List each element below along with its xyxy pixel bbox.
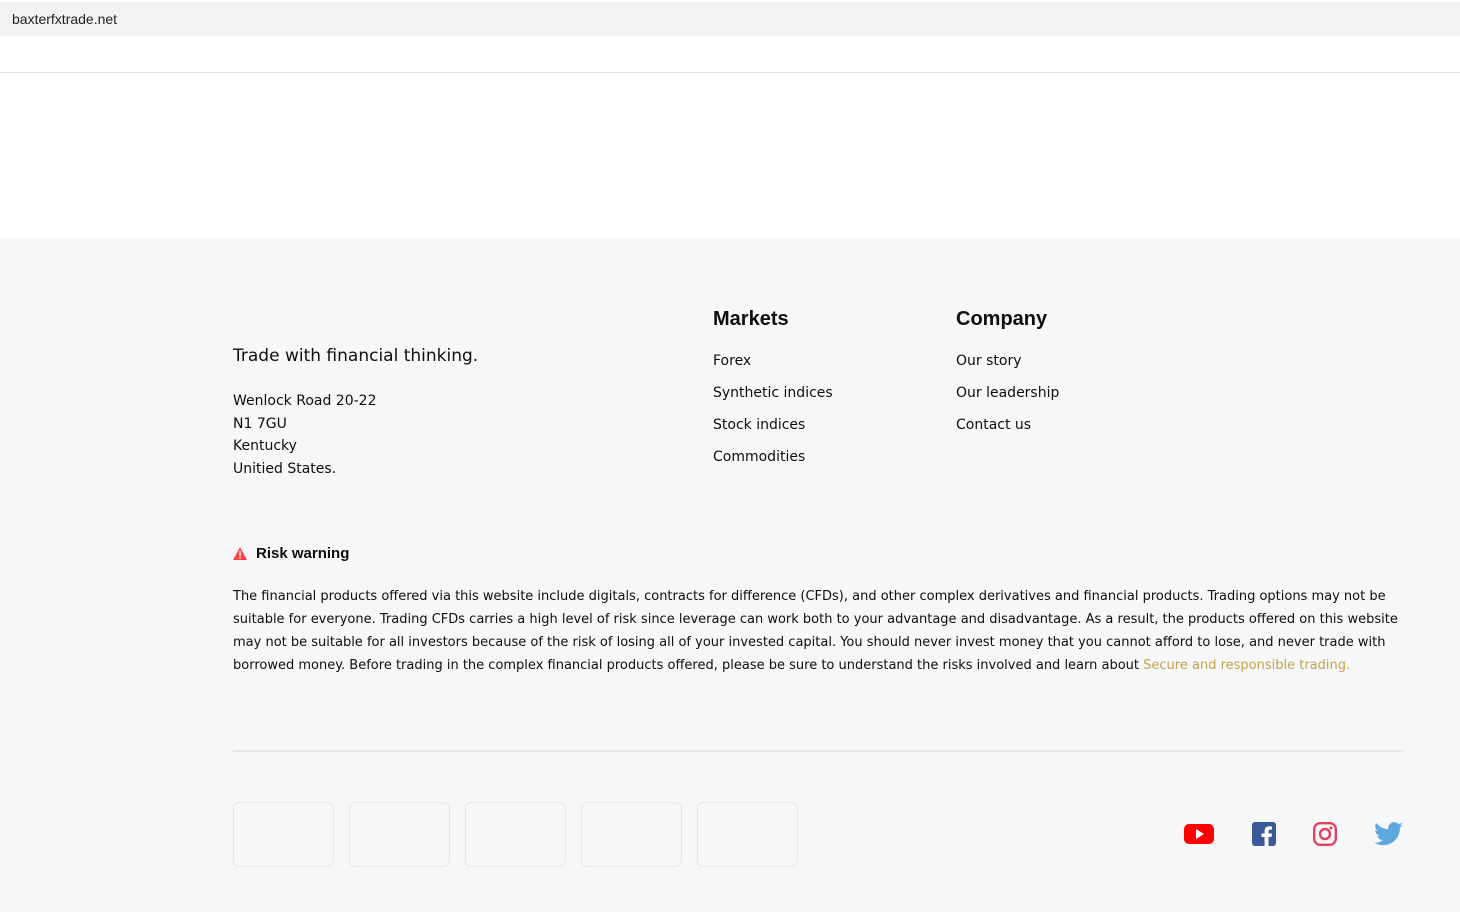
markets-link-commodities[interactable]: Commodities <box>713 441 833 473</box>
payment-badge <box>233 802 334 867</box>
payment-badge <box>465 802 566 867</box>
company-link-contact-us[interactable]: Contact us <box>956 409 1059 441</box>
facebook-icon[interactable] <box>1252 822 1276 846</box>
address-line: Kentucky <box>233 438 297 454</box>
youtube-icon[interactable] <box>1184 822 1214 846</box>
payment-badge <box>349 802 450 867</box>
markets-link-forex[interactable]: Forex <box>713 345 833 377</box>
risk-warning-title: Risk warning <box>256 545 350 562</box>
address-line: Wenlock Road 20-22 <box>233 393 377 409</box>
risk-warning-heading: Risk warning <box>233 545 349 562</box>
payment-badge <box>581 802 682 867</box>
address-bar[interactable]: baxterfxtrade.net <box>0 2 1460 36</box>
footer-divider <box>233 750 1403 752</box>
tagline: Trade with financial thinking. <box>233 346 479 366</box>
markets-column: Markets Forex Synthetic indices Stock in… <box>713 308 833 473</box>
risk-warning-text: The financial products offered via this … <box>233 585 1403 677</box>
markets-link-stock-indices[interactable]: Stock indices <box>713 409 833 441</box>
address: Wenlock Road 20-22 N1 7GU Kentucky Uniti… <box>233 390 376 480</box>
company-column: Company Our story Our leadership Contact… <box>956 308 1059 441</box>
address-line: N1 7GU <box>233 415 287 432</box>
twitter-icon[interactable] <box>1374 822 1403 846</box>
warning-icon <box>233 547 247 560</box>
company-link-our-leadership[interactable]: Our leadership <box>956 377 1059 409</box>
payment-badge <box>697 802 798 867</box>
footer: Trade with financial thinking. Wenlock R… <box>0 238 1460 912</box>
company-link-our-story[interactable]: Our story <box>956 345 1059 377</box>
company-heading: Company <box>956 308 1048 330</box>
address-line: Unitied States. <box>233 460 337 477</box>
header-divider <box>0 72 1460 73</box>
instagram-icon[interactable] <box>1313 822 1337 846</box>
markets-link-synthetic-indices[interactable]: Synthetic indices <box>713 377 833 409</box>
markets-heading: Markets <box>713 308 789 330</box>
secure-trading-link[interactable]: Secure and responsible trading. <box>1143 658 1350 673</box>
